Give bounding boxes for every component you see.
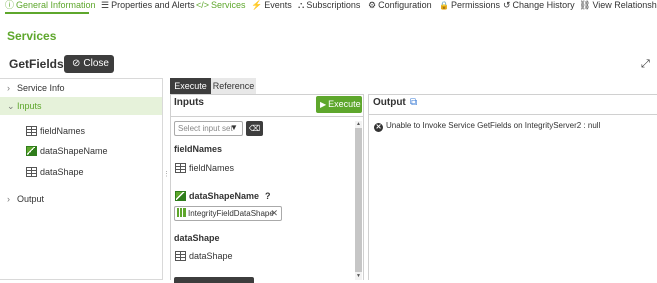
inputs-header-divider: [170, 116, 364, 117]
expand-arrows-icon[interactable]: ⤢: [641, 58, 650, 71]
remove-icon[interactable]: ✕: [270, 207, 278, 220]
tree-input-label: fieldNames: [40, 126, 86, 136]
tree-label: Output: [17, 194, 45, 204]
lightning-icon: ⚡: [251, 0, 263, 10]
chevron-down-icon: ⌄: [7, 101, 15, 111]
service-tree-panel: › Service Info ⌄ Inputs fieldNames dataSha…: [0, 78, 163, 280]
subscriptions-icon: ⛬: [298, 0, 305, 10]
chip-label: IntegrityFieldDataShape: [188, 209, 274, 218]
help-icon[interactable]: ?: [265, 191, 271, 201]
execute-button[interactable]: ▶ Execute: [316, 96, 362, 113]
datashape-chip[interactable]: IntegrityFieldDataShape ✕: [174, 206, 282, 221]
tab-label: Events: [264, 0, 292, 10]
tree-service-info[interactable]: › Service Info: [0, 79, 162, 97]
input-heading-datashape: dataShape: [174, 233, 220, 243]
table-icon: [26, 167, 37, 177]
tab-subscriptions[interactable]: ⛬ Subscriptions: [298, 0, 360, 14]
input-fieldnames-table[interactable]: fieldNames: [175, 163, 234, 173]
tab-label: Change History: [512, 0, 575, 10]
partial-button[interactable]: [174, 277, 254, 283]
input-heading-datashapename: dataShapeName?: [175, 191, 271, 201]
table-icon: [175, 251, 186, 261]
tree-label: Service Info: [17, 83, 65, 93]
tab-permissions[interactable]: 🔒 Permissions: [439, 0, 500, 14]
tab-configuration[interactable]: ⚙ Configuration: [368, 0, 432, 14]
error-text: Unable to Invoke Service GetFields on In…: [386, 121, 601, 130]
tab-view-relationships[interactable]: ⛓View Relationships: [579, 0, 657, 14]
caret-down-icon: ▼: [230, 123, 238, 132]
tab-reference[interactable]: Reference: [211, 78, 256, 94]
datashape-icon: [175, 191, 186, 201]
tab-label: Permissions: [450, 0, 500, 10]
scroll-up-icon[interactable]: ▲: [355, 121, 362, 128]
table-icon: [26, 126, 37, 136]
history-icon: ↺: [503, 0, 511, 10]
tab-general-information[interactable]: ⓘ General Information: [5, 0, 96, 14]
tree-input-item[interactable]: fieldNames: [26, 125, 85, 137]
eraser-button[interactable]: ⌫: [246, 121, 263, 136]
tree-inputs[interactable]: ⌄ Inputs: [0, 97, 162, 115]
error-icon: ✕: [374, 123, 383, 132]
tree-label: Inputs: [17, 101, 42, 111]
splitter-handle[interactable]: ⋮: [163, 170, 170, 178]
list-icon: ☰: [101, 0, 110, 10]
tab-execute[interactable]: Execute: [170, 78, 211, 94]
datashape-chip-icon: [177, 208, 186, 217]
tab-label: Services: [211, 0, 246, 10]
scrollbar-thumb[interactable]: [355, 128, 362, 272]
inputs-title: Inputs: [174, 97, 204, 108]
error-message: ✕ Unable to Invoke Service GetFields on I…: [374, 121, 600, 132]
tab-change-history[interactable]: ↺ Change History: [503, 0, 575, 14]
gear-icon: ⚙: [368, 0, 377, 10]
tab-label: Configuration: [378, 0, 432, 10]
play-icon: ▶: [320, 100, 327, 109]
tab-events[interactable]: ⚡ Events: [251, 0, 292, 14]
table-icon: [175, 163, 186, 173]
lock-icon: 🔒: [439, 1, 449, 10]
execute-label: Execute: [328, 99, 361, 109]
tab-label: General Information: [16, 0, 96, 10]
tab-properties-and-alerts[interactable]: ☰ Properties and Alerts: [101, 0, 195, 14]
tree-input-label: dataShape: [40, 167, 84, 177]
code-icon: </>: [196, 0, 210, 10]
input-heading-fieldnames: fieldNames: [174, 144, 223, 154]
close-button[interactable]: ⊘ Close: [64, 55, 114, 73]
popout-icon[interactable]: ⧉: [410, 97, 417, 108]
section-title: Services: [7, 29, 57, 43]
tab-label: View Relationships: [592, 0, 657, 10]
input-table-label: fieldNames: [189, 163, 235, 173]
tree-input-label: dataShapeName: [40, 146, 108, 156]
tab-label: Subscriptions: [306, 0, 361, 10]
tree-input-item[interactable]: dataShape: [26, 166, 84, 178]
no-entry-icon: ⊘: [72, 58, 81, 69]
info-circle-icon: ⓘ: [5, 0, 15, 10]
tree-output[interactable]: › Output: [0, 190, 162, 208]
datashape-icon: [26, 146, 37, 156]
top-nav: ⓘ General Information ☰ Properties and Ale…: [0, 0, 657, 14]
eraser-icon: ⌫: [248, 124, 261, 133]
chevron-right-icon: ›: [7, 83, 10, 93]
output-title: Output: [373, 97, 406, 108]
tab-services[interactable]: </> Services: [196, 0, 246, 14]
tree-input-item[interactable]: dataShapeName: [26, 145, 108, 157]
tab-label: Properties and Alerts: [111, 0, 195, 10]
input-datashape-table[interactable]: dataShape: [175, 251, 233, 261]
scroll-down-icon[interactable]: ▼: [355, 273, 362, 280]
close-label: Close: [83, 58, 109, 69]
input-table-label: dataShape: [189, 251, 233, 261]
service-name: GetFields: [9, 57, 64, 71]
chevron-right-icon: ›: [7, 194, 10, 204]
relationships-icon: ⛓: [579, 0, 591, 10]
output-header-divider: [368, 114, 657, 115]
heading-label: dataShapeName: [189, 191, 260, 201]
